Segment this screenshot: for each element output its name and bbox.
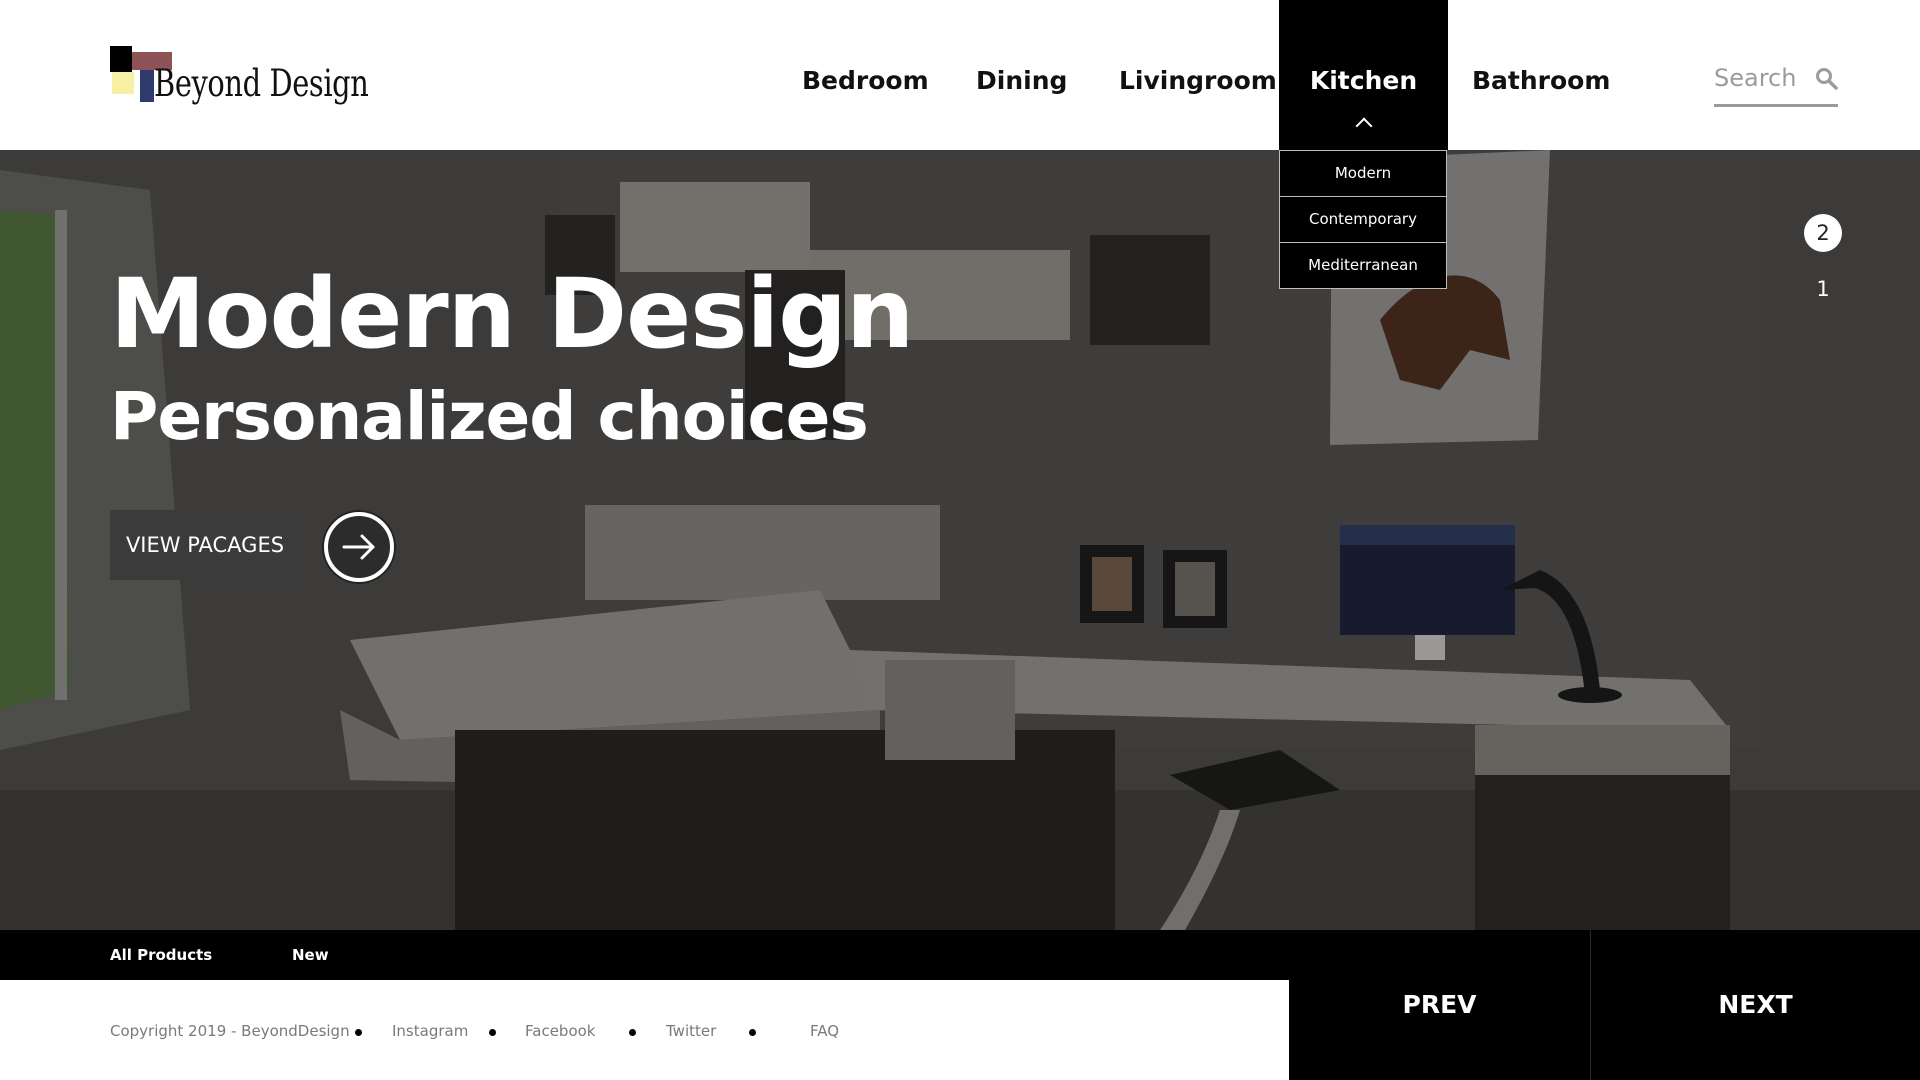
nav-dining[interactable]: Dining xyxy=(976,0,1067,150)
brand-wordmark: Beyond Design xyxy=(154,62,369,105)
search-input[interactable] xyxy=(1714,60,1804,96)
separator-dot xyxy=(355,1029,362,1036)
nav-kitchen[interactable]: Kitchen xyxy=(1279,0,1448,150)
slide-indicator-current[interactable]: 2 xyxy=(1804,214,1842,252)
kitchen-dropdown-menu: Modern Contemporary Mediterranean xyxy=(1279,150,1447,289)
site-header: Beyond Design Bedroom Dining Livingroom … xyxy=(0,0,1920,150)
nav-livingroom[interactable]: Livingroom xyxy=(1119,0,1277,150)
footer-link-facebook[interactable]: Facebook xyxy=(525,1022,595,1040)
hero-title: Modern Design xyxy=(110,258,914,370)
search-icon[interactable] xyxy=(1814,66,1838,90)
search-box xyxy=(1714,60,1838,107)
subnav-new[interactable]: New xyxy=(292,930,329,980)
footer-link-faq[interactable]: FAQ xyxy=(810,1022,839,1040)
footer-link-instagram[interactable]: Instagram xyxy=(392,1022,468,1040)
chevron-up-icon xyxy=(1355,117,1372,135)
prev-button[interactable]: PREV xyxy=(1289,930,1590,1080)
hero-banner: Modern Design Personalized choices VIEW … xyxy=(0,150,1920,930)
logo-square-yellow xyxy=(112,72,134,94)
secondary-nav-bar: All Products New xyxy=(0,930,1289,980)
subnav-all-products[interactable]: All Products xyxy=(110,930,212,980)
brand-logo[interactable]: Beyond Design xyxy=(110,44,369,116)
view-packages-button[interactable]: VIEW PACAGES xyxy=(110,510,300,580)
arrow-right-icon xyxy=(342,534,375,560)
nav-bedroom[interactable]: Bedroom xyxy=(802,0,929,150)
separator-dot xyxy=(749,1029,756,1036)
arrow-right-button[interactable] xyxy=(324,512,394,582)
dropdown-item-contemporary[interactable]: Contemporary xyxy=(1279,197,1447,243)
dropdown-item-mediterranean[interactable]: Mediterranean xyxy=(1279,243,1447,289)
dropdown-item-modern[interactable]: Modern xyxy=(1279,150,1447,197)
separator-dot xyxy=(489,1029,496,1036)
next-button[interactable]: NEXT xyxy=(1591,930,1920,1080)
nav-bathroom[interactable]: Bathroom xyxy=(1472,0,1610,150)
nav-kitchen-label: Kitchen xyxy=(1309,66,1418,95)
footer-link-twitter[interactable]: Twitter xyxy=(666,1022,716,1040)
logo-square-black xyxy=(110,46,132,72)
copyright-text: Copyright 2019 - BeyondDesign xyxy=(110,1022,350,1040)
logo-square-navy xyxy=(140,70,154,102)
hero-subtitle: Personalized choices xyxy=(110,378,869,455)
slide-indicator-other[interactable]: 1 xyxy=(1808,274,1838,304)
separator-dot xyxy=(629,1029,636,1036)
slide-pager: PREV NEXT xyxy=(1289,930,1920,1080)
footer: Copyright 2019 - BeyondDesign Instagram … xyxy=(0,980,1289,1080)
